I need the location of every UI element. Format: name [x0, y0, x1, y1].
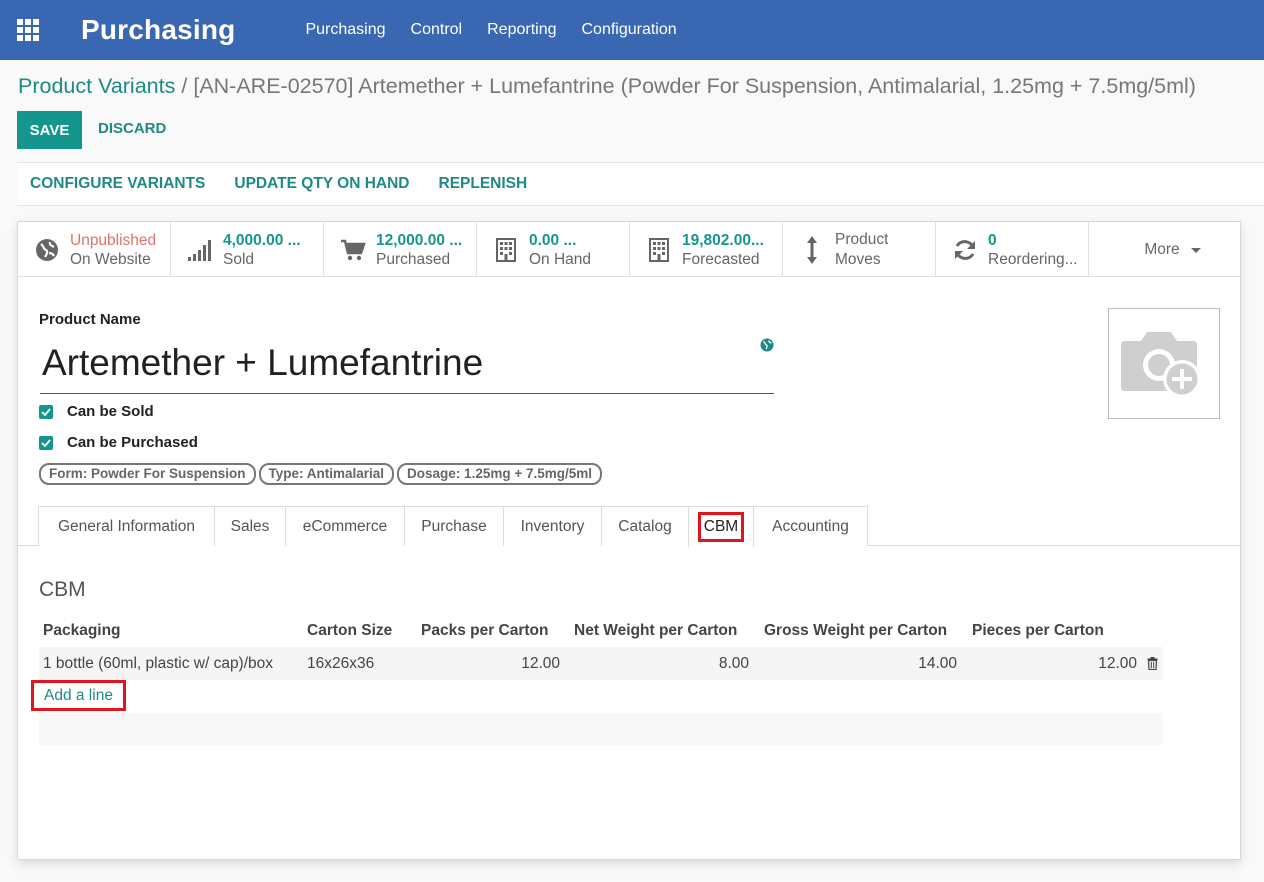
forecasted-value: 19,802.00... [682, 231, 764, 249]
menu-control[interactable]: Control [411, 21, 463, 39]
cell-gross-weight[interactable]: 14.00 [918, 655, 957, 673]
caret-down-icon [1190, 248, 1201, 253]
tab-general-information[interactable]: General Information [38, 506, 215, 546]
on-hand-button[interactable]: 0.00 ... On Hand [477, 222, 630, 277]
product-moves-line2: Moves [835, 250, 881, 268]
purchased-value: 12,000.00 ... [376, 231, 463, 249]
add-line-row: Add a line [31, 680, 1163, 713]
cell-packs[interactable]: 12.00 [521, 655, 560, 673]
col-packs-per-carton[interactable]: Packs per Carton [421, 622, 549, 640]
arrows-v-icon [799, 235, 825, 264]
product-image-upload[interactable] [1108, 308, 1220, 419]
cart-icon [340, 237, 366, 263]
more-label: More [1144, 240, 1180, 258]
building-icon [493, 237, 519, 263]
signal-icon [187, 237, 213, 263]
table-row[interactable]: 1 bottle (60ml, plastic w/ cap)/box 16x2… [39, 647, 1163, 680]
product-moves-line1: Product [835, 230, 889, 248]
cbm-section-title: CBM [39, 578, 86, 601]
cell-pieces[interactable]: 12.00 [1098, 655, 1137, 673]
app-brand[interactable]: Purchasing [81, 14, 235, 46]
product-name-label: Product Name [39, 311, 141, 328]
save-button[interactable]: SAVE [17, 111, 82, 149]
more-button[interactable]: More [1089, 222, 1240, 277]
translate-globe-icon[interactable] [760, 338, 774, 352]
reordering-button[interactable]: 0 Reordering... [936, 222, 1089, 277]
smart-button-box: Unpublished On Website 4,000.00 ... Sold… [18, 222, 1240, 277]
product-name-input[interactable]: Artemether + Lumefantrine [40, 339, 774, 394]
tab-inventory[interactable]: Inventory [503, 506, 602, 546]
forecasted-button[interactable]: 19,802.00... Forecasted [630, 222, 783, 277]
main-menu: Purchasing Control Reporting Configurati… [305, 21, 701, 39]
tag-form[interactable]: Form: Powder For Suspension [39, 463, 256, 485]
breadcrumb-product-variants[interactable]: Product Variants [18, 74, 175, 98]
tab-cbm-label: CBM [697, 512, 745, 542]
website-status-value: Unpublished [70, 231, 157, 249]
top-navbar: Purchasing Purchasing Control Reporting … [0, 0, 1264, 60]
sold-button[interactable]: 4,000.00 ... Sold [171, 222, 324, 277]
can-be-purchased-row[interactable]: Can be Purchased [39, 434, 198, 451]
can-be-purchased-checkbox[interactable] [39, 435, 53, 450]
can-be-sold-checkbox[interactable] [39, 404, 53, 419]
sold-value: 4,000.00 ... [223, 231, 301, 249]
breadcrumb: Product Variants / [AN-ARE-02570] Artemeth… [18, 74, 1264, 99]
forecasted-label: Forecasted [682, 250, 760, 268]
can-be-sold-row[interactable]: Can be Sold [39, 403, 154, 420]
tab-sales[interactable]: Sales [214, 506, 286, 546]
tab-cbm[interactable]: CBM [688, 506, 754, 547]
reordering-label: Reordering... [988, 250, 1078, 268]
globe-icon [34, 237, 60, 263]
empty-row [39, 713, 1163, 745]
camera-plus-icon [1121, 331, 1201, 398]
tag-type[interactable]: Type: Antimalarial [258, 463, 395, 485]
notebook-tabs: General Information Sales eCommerce Purc… [18, 506, 1240, 547]
col-carton-size[interactable]: Carton Size [307, 622, 392, 640]
refresh-icon [952, 237, 978, 263]
discard-button[interactable]: DISCARD [98, 120, 166, 137]
breadcrumb-separator: / [181, 74, 188, 98]
add-line-button[interactable]: Add a line [31, 680, 126, 711]
update-qty-button[interactable]: UPDATE QTY ON HAND [234, 175, 409, 193]
sold-label: Sold [223, 250, 255, 268]
tab-ecommerce[interactable]: eCommerce [285, 506, 405, 546]
menu-reporting[interactable]: Reporting [487, 21, 556, 39]
apps-menu-icon[interactable] [17, 18, 41, 42]
form-statusbar: CONFIGURE VARIANTS UPDATE QTY ON HAND RE… [17, 162, 1264, 206]
breadcrumb-current: [AN-ARE-02570] Artemether + Lumefantrine… [193, 74, 1196, 98]
building-icon [646, 237, 672, 263]
col-gross-weight[interactable]: Gross Weight per Carton [764, 622, 947, 640]
form-sheet: Unpublished On Website 4,000.00 ... Sold… [17, 221, 1241, 860]
cell-packaging[interactable]: 1 bottle (60ml, plastic w/ cap)/box [43, 655, 273, 673]
reordering-value: 0 [988, 231, 997, 249]
cell-carton-size[interactable]: 16x26x36 [307, 655, 374, 673]
col-pieces-per-carton[interactable]: Pieces per Carton [972, 622, 1104, 640]
purchased-button[interactable]: 12,000.00 ... Purchased [324, 222, 477, 277]
tab-catalog[interactable]: Catalog [601, 506, 689, 546]
tag-dosage[interactable]: Dosage: 1.25mg + 7.5mg/5ml [397, 463, 602, 485]
menu-configuration[interactable]: Configuration [581, 21, 676, 39]
cell-net-weight[interactable]: 8.00 [719, 655, 749, 673]
on-hand-value: 0.00 ... [529, 231, 577, 249]
tab-purchase[interactable]: Purchase [404, 506, 504, 546]
menu-purchasing[interactable]: Purchasing [305, 21, 385, 39]
col-net-weight[interactable]: Net Weight per Carton [574, 622, 737, 640]
product-moves-button[interactable]: Product Moves [783, 222, 936, 277]
website-status-label: On Website [70, 250, 151, 268]
configure-variants-button[interactable]: CONFIGURE VARIANTS [30, 175, 205, 193]
website-status-button[interactable]: Unpublished On Website [18, 222, 171, 277]
col-packaging[interactable]: Packaging [43, 622, 121, 640]
trash-icon[interactable] [1147, 657, 1158, 670]
on-hand-label: On Hand [529, 250, 592, 268]
purchased-label: Purchased [376, 250, 451, 268]
attribute-tags: Form: Powder For Suspension Type: Antima… [39, 463, 605, 485]
tab-accounting[interactable]: Accounting [753, 506, 868, 546]
cbm-table-header: Packaging Carton Size Packs per Carton N… [39, 614, 1163, 647]
replenish-button[interactable]: REPLENISH [439, 175, 528, 193]
can-be-purchased-label: Can be Purchased [67, 434, 198, 451]
can-be-sold-label: Can be Sold [67, 403, 154, 420]
